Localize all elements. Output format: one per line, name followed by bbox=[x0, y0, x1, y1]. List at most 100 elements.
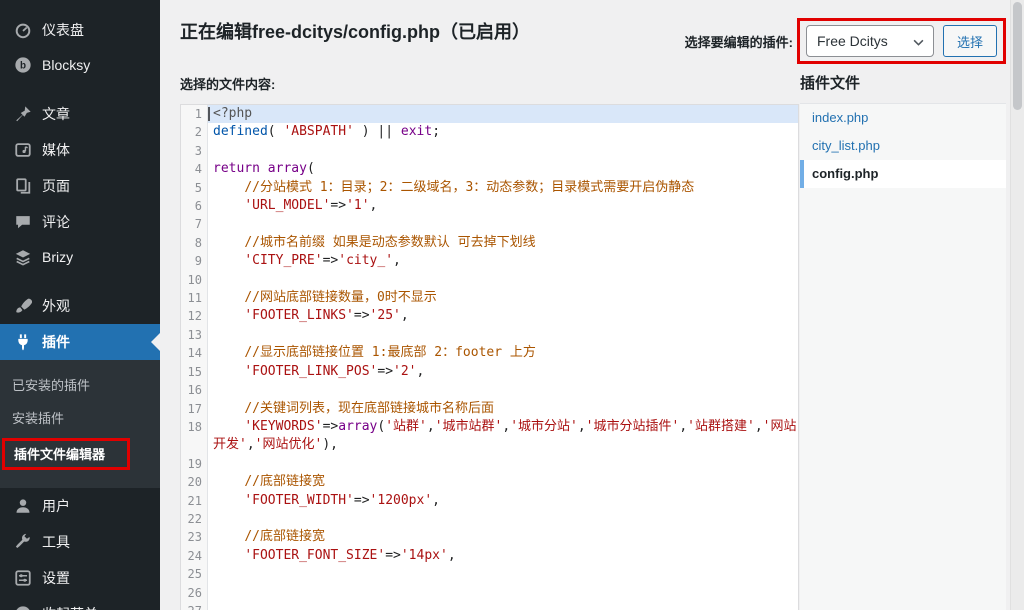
sidebar-item-文章[interactable]: 文章 bbox=[0, 96, 160, 132]
code-text bbox=[208, 584, 798, 602]
line-number: 13 bbox=[181, 326, 208, 344]
code-text: //城市名前缀 如果是动态参数默认 可去掉下划线 bbox=[208, 234, 798, 252]
sidebar-item-label: 文章 bbox=[42, 104, 70, 124]
code-text: //显示底部链接位置 1:最底部 2：footer 上方 bbox=[208, 344, 798, 362]
code-line[interactable]: 15 'FOOTER_LINK_POS'=>'2', bbox=[181, 363, 798, 381]
code-line[interactable]: 18 'KEYWORDS'=>array('站群','城市站群','城市分站',… bbox=[181, 418, 798, 455]
plugin-file-index.php[interactable]: index.php bbox=[800, 104, 1006, 132]
settings-icon bbox=[14, 569, 32, 587]
code-line[interactable]: 22 bbox=[181, 510, 798, 528]
code-text: <?php bbox=[208, 105, 798, 123]
submenu-item-安装插件[interactable]: 安装插件 bbox=[0, 401, 160, 434]
submenu-item-已安装的插件[interactable]: 已安装的插件 bbox=[0, 368, 160, 401]
code-text: //底部链接宽 bbox=[208, 528, 798, 546]
line-number: 16 bbox=[181, 381, 208, 399]
code-text bbox=[208, 215, 798, 233]
sidebar-item-媒体[interactable]: 媒体 bbox=[0, 132, 160, 168]
code-line[interactable]: 5 //分站模式 1：目录；2：二级域名，3：动态参数；目录模式需要开启伪静态 bbox=[181, 179, 798, 197]
code-line[interactable]: 23 //底部链接宽 bbox=[181, 528, 798, 546]
page-header: 正在编辑free-dcitys/config.php（已启用） 选择要编辑的插件… bbox=[180, 22, 1006, 64]
code-line[interactable]: 21 'FOOTER_WIDTH'=>'1200px', bbox=[181, 492, 798, 510]
line-number: 11 bbox=[181, 289, 208, 307]
sidebar-item-插件[interactable]: 插件 bbox=[0, 324, 160, 360]
code-line[interactable]: 9 'CITY_PRE'=>'city_', bbox=[181, 252, 798, 270]
line-number: 27 bbox=[181, 602, 208, 610]
line-number: 5 bbox=[181, 179, 208, 197]
sidebar-item-Blocksy[interactable]: bBlocksy bbox=[0, 48, 160, 82]
plugin-select-controls: 选择要编辑的插件: Free Dcitys 选择 bbox=[685, 18, 1006, 64]
code-line[interactable]: 19 bbox=[181, 455, 798, 473]
line-number: 10 bbox=[181, 271, 208, 289]
choose-plugin-button[interactable]: 选择 bbox=[943, 25, 997, 57]
line-number: 25 bbox=[181, 565, 208, 583]
sidebar-item-外观[interactable]: 外观 bbox=[0, 288, 160, 324]
code-line[interactable]: 4return array( bbox=[181, 160, 798, 178]
sidebar-item-用户[interactable]: 用户 bbox=[0, 488, 160, 524]
plugin-file-city_list.php[interactable]: city_list.php bbox=[800, 132, 1006, 160]
plugin-select[interactable]: Free Dcitys bbox=[806, 25, 934, 57]
code-line[interactable]: 13 bbox=[181, 326, 798, 344]
code-line[interactable]: 16 bbox=[181, 381, 798, 399]
code-line[interactable]: 17 //关键词列表，现在底部链接城市名称后面 bbox=[181, 400, 798, 418]
code-line[interactable]: 7 bbox=[181, 215, 798, 233]
code-text: 'FOOTER_WIDTH'=>'1200px', bbox=[208, 492, 798, 510]
plugin-file-config.php[interactable]: config.php bbox=[800, 160, 1006, 188]
code-text: 'FOOTER_LINKS'=>'25', bbox=[208, 307, 798, 325]
code-line[interactable]: 25 bbox=[181, 565, 798, 583]
sidebar-item-仪表盘[interactable]: 仪表盘 bbox=[0, 12, 160, 48]
code-line[interactable]: 26 bbox=[181, 584, 798, 602]
blocksy-icon: b bbox=[14, 56, 32, 74]
sidebar-item-页面[interactable]: 页面 bbox=[0, 168, 160, 204]
collapse-icon bbox=[14, 605, 32, 610]
code-line[interactable]: 6 'URL_MODEL'=>'1', bbox=[181, 197, 798, 215]
code-text: //关键词列表，现在底部链接城市名称后面 bbox=[208, 400, 798, 418]
code-line[interactable]: 14 //显示底部链接位置 1:最底部 2：footer 上方 bbox=[181, 344, 798, 362]
code-text bbox=[208, 510, 798, 528]
code-line[interactable]: 8 //城市名前缀 如果是动态参数默认 可去掉下划线 bbox=[181, 234, 798, 252]
sidebar-item-评论[interactable]: 评论 bbox=[0, 204, 160, 240]
sidebar-item-label: 用户 bbox=[42, 496, 70, 516]
submenu-item-插件文件编辑器[interactable]: 插件文件编辑器 bbox=[0, 434, 160, 474]
line-number: 8 bbox=[181, 234, 208, 252]
page-scrollbar[interactable] bbox=[1010, 0, 1024, 610]
code-text bbox=[208, 455, 798, 473]
sidebar-item-设置[interactable]: 设置 bbox=[0, 560, 160, 596]
plugin-file-list: index.phpcity_list.phpconfig.php bbox=[800, 103, 1006, 610]
code-line[interactable]: 20 //底部链接宽 bbox=[181, 473, 798, 491]
code-text bbox=[208, 381, 798, 399]
code-line[interactable]: 10 bbox=[181, 271, 798, 289]
comment-icon bbox=[14, 213, 32, 231]
code-line[interactable]: 27 bbox=[181, 602, 798, 610]
code-text: 'KEYWORDS'=>array('站群','城市站群','城市分站','城市… bbox=[208, 418, 798, 455]
scrollbar-thumb[interactable] bbox=[1013, 2, 1022, 110]
code-text bbox=[208, 271, 798, 289]
sidebar-item-label: Brizy bbox=[42, 249, 73, 265]
editor-column: 选择的文件内容: 1<?php2defined( 'ABSPATH' ) || … bbox=[180, 68, 799, 610]
code-line[interactable]: 24 'FOOTER_FONT_SIZE'=>'14px', bbox=[181, 547, 798, 565]
code-line[interactable]: 12 'FOOTER_LINKS'=>'25', bbox=[181, 307, 798, 325]
plug-icon bbox=[14, 333, 32, 351]
editor-layout: 选择的文件内容: 1<?php2defined( 'ABSPATH' ) || … bbox=[180, 68, 1006, 610]
brush-icon bbox=[14, 297, 32, 315]
pages-icon bbox=[14, 177, 32, 195]
content-area: 正在编辑free-dcitys/config.php（已启用） 选择要编辑的插件… bbox=[160, 0, 1024, 610]
sidebar-item-工具[interactable]: 工具 bbox=[0, 524, 160, 560]
line-number: 9 bbox=[181, 252, 208, 270]
code-line[interactable]: 1<?php bbox=[181, 105, 798, 123]
code-line[interactable]: 11 //网站底部链接数量，0时不显示 bbox=[181, 289, 798, 307]
line-number: 19 bbox=[181, 455, 208, 473]
code-line[interactable]: 3 bbox=[181, 142, 798, 160]
plugin-select-label: 选择要编辑的插件: bbox=[685, 32, 793, 51]
sidebar-item-Brizy[interactable]: Brizy bbox=[0, 240, 160, 274]
line-number: 14 bbox=[181, 344, 208, 362]
sidebar-item-收起菜单[interactable]: 收起菜单 bbox=[0, 596, 160, 610]
plugin-select-value: Free Dcitys bbox=[817, 33, 888, 49]
line-number: 1 bbox=[181, 105, 208, 123]
annotation-rectangle: 插件文件编辑器 bbox=[2, 438, 130, 470]
line-number: 2 bbox=[181, 123, 208, 141]
code-editor[interactable]: 1<?php2defined( 'ABSPATH' ) || exit;3 4r… bbox=[180, 104, 799, 610]
code-line[interactable]: 2defined( 'ABSPATH' ) || exit; bbox=[181, 123, 798, 141]
code-text: //网站底部链接数量，0时不显示 bbox=[208, 289, 798, 307]
line-number: 17 bbox=[181, 400, 208, 418]
code-text: //分站模式 1：目录；2：二级域名，3：动态参数；目录模式需要开启伪静态 bbox=[208, 179, 798, 197]
